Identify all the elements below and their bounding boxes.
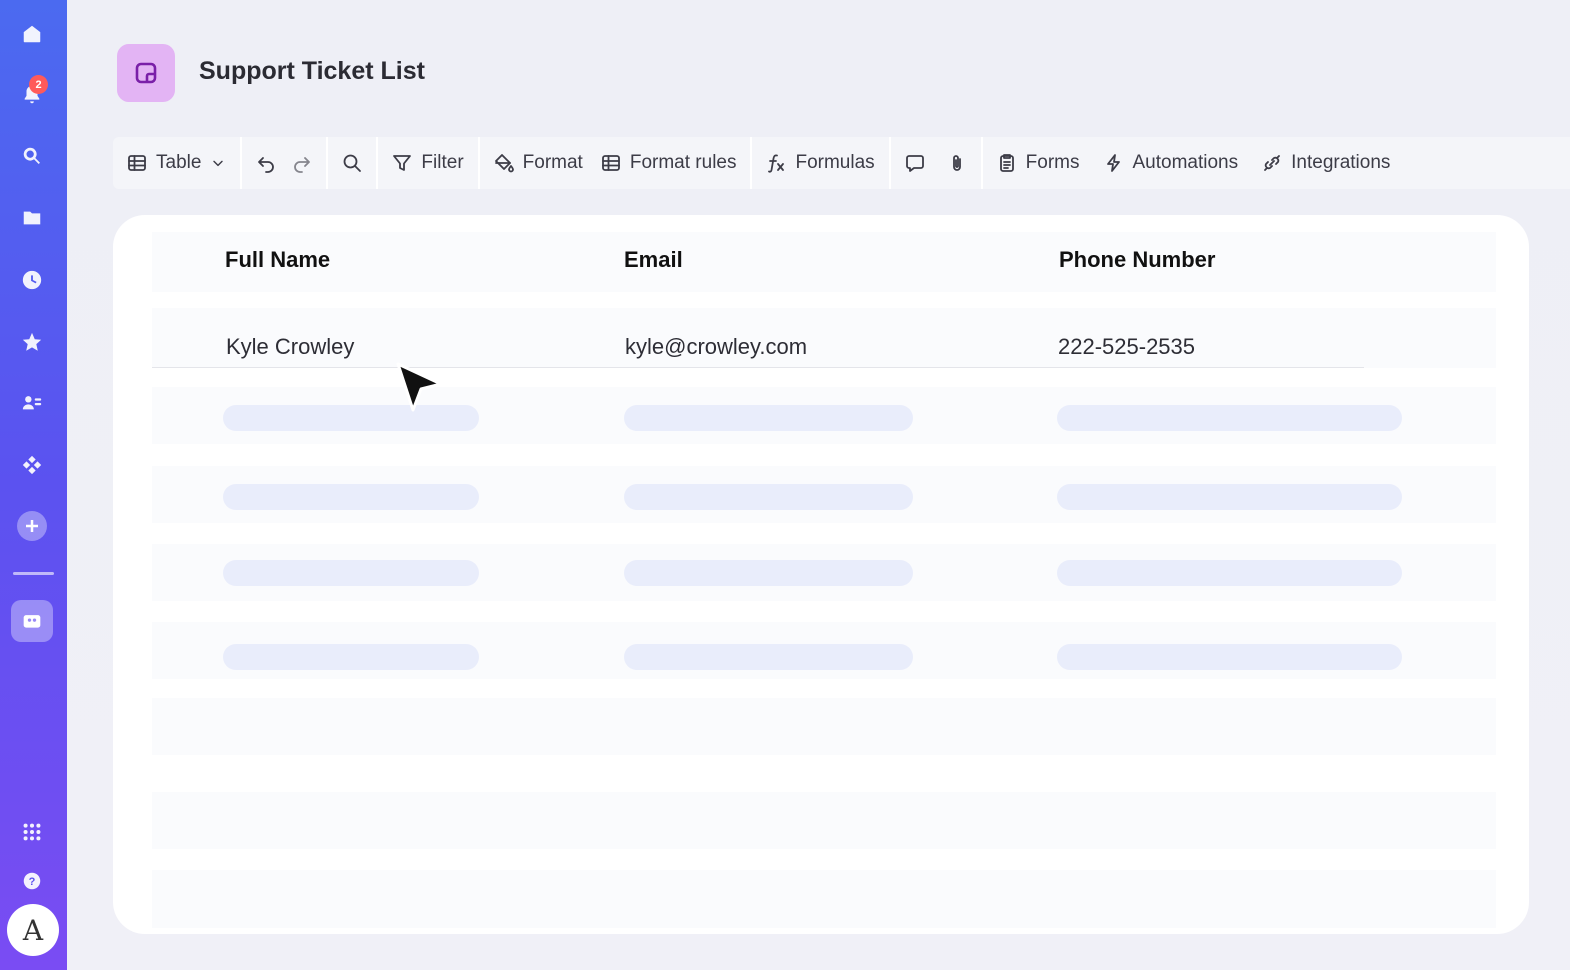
notification-badge: 2	[29, 75, 48, 94]
redo-icon	[294, 157, 311, 173]
empty-row	[152, 792, 1496, 849]
formulas-label: Formulas	[795, 152, 875, 173]
filter-label: Filter	[421, 152, 464, 173]
star-icon[interactable]	[18, 328, 46, 356]
integrations-button[interactable]: Integrations	[1262, 152, 1390, 174]
table-header-row	[152, 232, 1496, 292]
filter-icon	[393, 155, 412, 171]
format-rules-label: Format rules	[629, 152, 737, 173]
sidebar: 2 ? A	[0, 0, 67, 970]
formulas-button[interactable]: Formulas	[766, 152, 875, 174]
history-group	[242, 137, 329, 189]
automations-label: Automations	[1132, 152, 1239, 173]
comment-icon	[905, 155, 924, 172]
format-group: Format Format rules	[480, 137, 753, 189]
redo-button[interactable]	[292, 153, 312, 173]
forms-button[interactable]: Forms	[997, 152, 1080, 174]
home-icon[interactable]	[18, 20, 46, 48]
cell-email[interactable]: kyle@crowley.com	[625, 334, 807, 360]
sidebar-divider	[13, 572, 54, 575]
skeleton-placeholder	[1057, 405, 1402, 431]
folder-icon[interactable]	[18, 204, 46, 232]
column-header-email[interactable]: Email	[624, 247, 683, 273]
function-icon	[768, 154, 785, 173]
comments-button[interactable]	[905, 153, 925, 173]
active-workspace-icon[interactable]	[11, 600, 53, 642]
user-avatar[interactable]: A	[7, 904, 59, 956]
filter-group: Filter	[378, 137, 480, 189]
skeleton-placeholder	[1057, 484, 1402, 510]
paint-bucket-icon	[494, 154, 514, 173]
view-selector[interactable]: Table	[127, 152, 226, 174]
forms-label: Forms	[1025, 152, 1080, 173]
skeleton-placeholder	[223, 560, 479, 586]
empty-row	[152, 698, 1496, 755]
mouse-pointer-icon	[396, 362, 443, 412]
board-app-icon	[117, 44, 175, 102]
clipboard-icon	[999, 154, 1014, 172]
row-divider	[152, 367, 1364, 368]
clock-icon[interactable]	[18, 266, 46, 294]
formulas-group: Formulas	[752, 137, 891, 189]
format-rules-button[interactable]: Format rules	[601, 152, 737, 174]
page-title: Support Ticket List	[199, 57, 425, 85]
filter-button[interactable]: Filter	[392, 152, 464, 174]
search-icon[interactable]	[18, 142, 46, 170]
cell-phone-number[interactable]: 222-525-2535	[1058, 334, 1195, 360]
link-plug-icon	[1264, 155, 1281, 171]
skeleton-placeholder	[1057, 560, 1402, 586]
chevron-down-icon	[213, 160, 224, 167]
table-icon	[128, 155, 146, 171]
paperclip-icon	[952, 155, 961, 171]
add-icon[interactable]	[17, 511, 47, 541]
automations-button[interactable]: Automations	[1104, 152, 1239, 174]
skeleton-placeholder	[624, 560, 913, 586]
skeleton-placeholder	[624, 484, 913, 510]
lightning-icon	[1106, 154, 1120, 172]
contacts-icon[interactable]	[18, 389, 46, 417]
help-icon[interactable]: ?	[18, 867, 46, 895]
skeleton-placeholder	[624, 405, 913, 431]
view-selector-label: Table	[156, 152, 202, 173]
format-rules-icon	[601, 155, 620, 171]
skeleton-placeholder	[223, 644, 479, 670]
integrations-label: Integrations	[1291, 152, 1391, 173]
apps-diamond-icon[interactable]	[18, 451, 46, 479]
attachments-button[interactable]	[947, 153, 967, 173]
format-label: Format	[522, 152, 583, 173]
grid-menu-icon[interactable]	[18, 818, 46, 846]
search-group	[328, 137, 379, 189]
extensions-group: Forms Automations Integrations	[983, 137, 1405, 189]
column-header-phone-number[interactable]: Phone Number	[1059, 247, 1215, 273]
empty-row	[152, 870, 1496, 928]
view-group: Table	[113, 137, 243, 189]
svg-text:?: ?	[29, 876, 36, 888]
skeleton-placeholder	[624, 644, 913, 670]
comment-attach-group	[891, 137, 983, 189]
format-button[interactable]: Format	[494, 152, 583, 174]
undo-icon	[258, 157, 275, 173]
column-header-full-name[interactable]: Full Name	[225, 247, 330, 273]
search-icon	[344, 154, 362, 172]
data-table: Full Name Email Phone Number Kyle Crowle…	[152, 232, 1496, 928]
cell-full-name[interactable]: Kyle Crowley	[226, 334, 354, 360]
search-button[interactable]	[342, 153, 362, 173]
toolbar: Table Filter Format Format rules Formula…	[113, 137, 1570, 189]
skeleton-placeholder	[1057, 644, 1402, 670]
skeleton-placeholder	[223, 484, 479, 510]
undo-button[interactable]	[256, 153, 276, 173]
notifications-icon[interactable]: 2	[18, 75, 48, 109]
